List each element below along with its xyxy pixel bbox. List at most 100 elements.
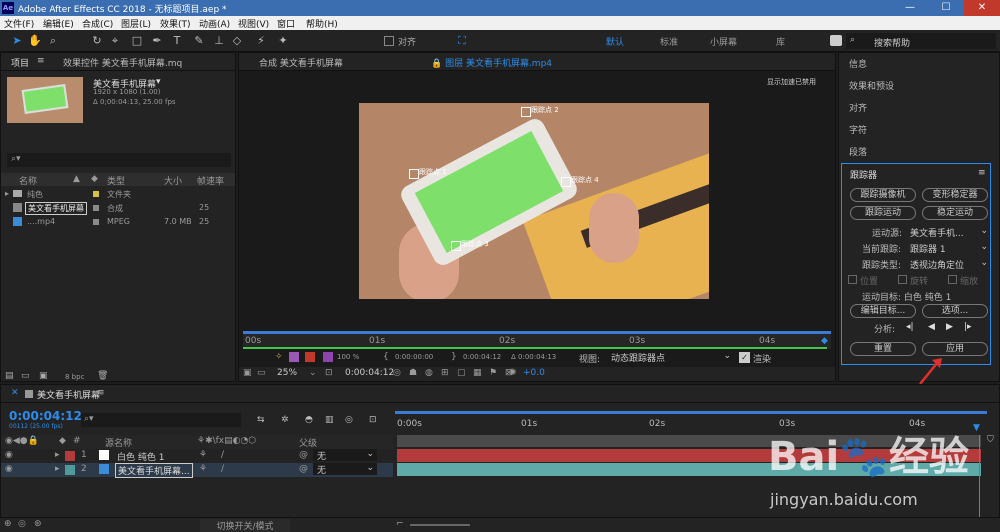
track-point-1[interactable] [409, 169, 419, 179]
snapshot-icon[interactable]: ◎ [393, 368, 401, 378]
shy-switch-icon[interactable]: ⚘ [199, 464, 207, 474]
close-button[interactable]: ✕ [964, 0, 1000, 16]
tab-timeline-comp[interactable]: 美文看手机屏幕 [37, 388, 100, 401]
shy-icon[interactable]: ◓ [305, 415, 313, 425]
workspace-default[interactable]: 默认 [606, 35, 624, 48]
expand-icon[interactable]: ▸ [55, 464, 60, 474]
maximize-button[interactable]: ☐ [928, 0, 964, 16]
timeline-layer[interactable]: ◉ ▸ 1 白色 纯色 1 ⚘ / @ 无 ⌄ [1, 449, 393, 463]
stabilize-motion-button[interactable]: 稳定运动 [922, 206, 988, 220]
work-area-bar[interactable] [395, 411, 987, 414]
tab-composition[interactable]: 合成 美文看手机屏幕 [259, 56, 343, 69]
grid-icon[interactable]: ⊞ [441, 368, 449, 378]
eye-icon[interactable]: ◉ [5, 450, 13, 460]
roto-tool-icon[interactable]: ⚡ [254, 34, 268, 48]
region-icon[interactable]: ▢ [457, 368, 466, 378]
delete-icon[interactable]: 🗑 [97, 371, 108, 381]
col-type[interactable]: 类型 [107, 174, 125, 187]
in-out-icon[interactable]: ◎ [18, 519, 26, 529]
expand-icon[interactable]: ▸ [55, 450, 60, 460]
col-name[interactable]: 名称 [19, 174, 37, 187]
search-toggle-icon[interactable] [830, 35, 842, 46]
label-color[interactable] [65, 465, 75, 475]
puppet-tool-icon[interactable]: ✦ [276, 34, 290, 48]
color-swatch-icon[interactable] [323, 352, 333, 362]
snap-options-icon[interactable]: ⛶ [455, 34, 469, 48]
project-row[interactable]: ....mp4 MPEG 7.0 MB 25 [1, 216, 231, 229]
comp-mini-flowchart-icon[interactable]: ⇆ [257, 415, 265, 425]
expand-panes-icon[interactable]: ⊛ [34, 519, 42, 529]
exposure-value[interactable]: +0.0 [523, 368, 545, 378]
tab-effect-controls[interactable]: 效果控件 美文看手机屏幕.mq [63, 56, 235, 69]
quality-switch-icon[interactable]: / [221, 464, 224, 474]
out-point-icon[interactable]: } [451, 352, 457, 362]
toggle-switches-modes[interactable]: 切换开关/模式 [200, 519, 290, 532]
viewer-timecode[interactable]: 0:00:04:12 [345, 368, 394, 378]
current-track-select[interactable]: 跟踪器 1 ⌄ [910, 242, 988, 255]
zoom-slider[interactable] [410, 524, 470, 526]
text-tool-icon[interactable]: T [170, 34, 184, 48]
snap-checkbox[interactable] [384, 36, 394, 46]
analyze-forward-one-icon[interactable]: ▶ [946, 322, 953, 332]
panel-align[interactable]: 对齐 [849, 101, 867, 114]
playhead-icon[interactable]: ▼ [973, 423, 980, 433]
minimize-button[interactable]: — [892, 0, 928, 16]
fit-icon[interactable]: ⊡ [325, 368, 333, 378]
graph-editor-icon[interactable]: ⊡ [369, 415, 377, 425]
quality-switch-icon[interactable]: / [221, 450, 224, 460]
pickwhip-icon[interactable]: @ [299, 464, 308, 474]
zoom-tool-icon[interactable]: ⌕ [46, 34, 60, 48]
parent-select[interactable]: 无 ⌄ [313, 463, 377, 476]
new-folder-icon[interactable]: ▭ [21, 371, 30, 381]
project-menu-icon[interactable]: ≡ [37, 56, 45, 66]
project-row[interactable]: ▸ 纯色 文件夹 [1, 188, 231, 201]
frame-blending-icon[interactable]: ▥ [325, 415, 334, 425]
always-preview-icon[interactable]: ▣ [243, 368, 252, 378]
pickwhip-icon[interactable]: @ [299, 450, 308, 460]
menu-window[interactable]: 窗口 [277, 17, 295, 30]
fast-preview-icon[interactable]: ⚑ [489, 368, 497, 378]
hand-tool-icon[interactable]: ✋ [28, 34, 42, 48]
panel-character[interactable]: 字符 [849, 123, 867, 136]
motion-icon[interactable]: ✧ [275, 352, 283, 362]
draft-3d-icon[interactable]: ✲ [281, 415, 289, 425]
rectangle-tool-icon[interactable]: □ [130, 34, 144, 48]
menu-view[interactable]: 视图(V) [238, 17, 269, 30]
edit-target-button[interactable]: 编辑目标... [850, 304, 916, 318]
col-source-name[interactable]: 源名称 [105, 436, 132, 449]
track-motion-button[interactable]: 跟踪运动 [850, 206, 916, 220]
interpret-footage-icon[interactable]: ▤ [5, 371, 14, 381]
menu-composition[interactable]: 合成(C) [82, 17, 113, 30]
panel-paragraph[interactable]: 段落 [849, 145, 867, 158]
in-point-icon[interactable]: { [383, 352, 389, 362]
menu-file[interactable]: 文件(F) [4, 17, 34, 30]
timeline-timecode[interactable]: 0:00:04:12 [9, 409, 82, 423]
analyze-forward-all-icon[interactable]: |▸ [964, 322, 972, 332]
layer-name[interactable]: 白色 纯色 1 [117, 450, 164, 463]
options-button[interactable]: 选项... [922, 304, 988, 318]
current-time-indicator[interactable] [979, 435, 980, 517]
close-icon[interactable]: ✕ [11, 388, 19, 398]
comp-marker-icon[interactable]: ⛉ [987, 435, 994, 445]
chevron-down-icon[interactable]: ⌄ [309, 368, 317, 378]
eraser-tool-icon[interactable]: ◇ [230, 34, 244, 48]
panel-effects-presets[interactable]: 效果和预设 [849, 79, 894, 92]
track-camera-button[interactable]: 跟踪摄像机 [850, 188, 916, 202]
scale-checkbox[interactable] [948, 275, 957, 284]
apply-button[interactable]: 应用 [922, 342, 988, 356]
layer-time-ruler[interactable]: 00s 01s 02s 03s 04s ◆ [243, 331, 831, 349]
shy-switch-icon[interactable]: ⚘ [199, 450, 207, 460]
item-dropdown-icon[interactable]: ▾ [156, 77, 161, 87]
color-swatch-icon[interactable] [305, 352, 315, 362]
timeline-search-input[interactable]: ⌕▾ [81, 413, 241, 427]
tracker-menu-icon[interactable]: ≡ [978, 168, 986, 178]
exposure-icon[interactable]: ✺ [509, 368, 517, 378]
bit-depth[interactable]: 8 bpc [65, 373, 84, 381]
selection-tool-icon[interactable]: ➤ [10, 34, 24, 48]
monitor-icon[interactable]: ▭ [257, 368, 266, 378]
menu-edit[interactable]: 编辑(E) [43, 17, 74, 30]
timeline-layer[interactable]: ◉ ▸ 2 美文看手机屏幕... ⚘ / @ 无 ⌄ [1, 463, 393, 478]
opacity-value[interactable]: 100 % [337, 353, 359, 361]
camera-tool-icon[interactable]: ⌖ [108, 34, 122, 48]
tab-project[interactable]: 项目 [11, 56, 29, 69]
